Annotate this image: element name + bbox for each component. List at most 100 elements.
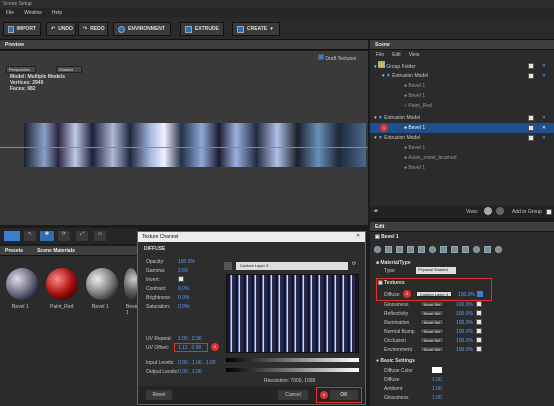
- environment-button[interactable]: ENVIRONMENT: [113, 22, 171, 36]
- refresh-icon[interactable]: ⟳: [352, 261, 356, 267]
- draft-checkbox[interactable]: [318, 54, 324, 60]
- visibility-checkbox[interactable]: [528, 73, 534, 79]
- scale-tool-icon[interactable]: ⤢: [76, 231, 88, 241]
- texture-checkbox[interactable]: [476, 319, 482, 325]
- preset-icon[interactable]: [429, 246, 436, 253]
- delete-icon[interactable]: ✕: [542, 113, 546, 123]
- texture-slot[interactable]: None Set: [420, 310, 444, 316]
- camera-tool-icon[interactable]: [4, 231, 20, 241]
- material-type-select[interactable]: Physical Shaded: [416, 267, 456, 274]
- menu-file[interactable]: File: [6, 8, 14, 18]
- delete-icon[interactable]: ✕: [542, 133, 546, 143]
- tree-row[interactable]: ▾ Group Folder ✕: [370, 61, 554, 71]
- texture-checkbox[interactable]: [476, 301, 482, 307]
- draft-textures-toggle[interactable]: Draft Textures: [318, 54, 356, 62]
- material-swatch[interactable]: [124, 268, 138, 300]
- texture-checkbox[interactable]: [476, 346, 482, 352]
- model-stats: Model: Multiple Models Vertices: 2940 Fa…: [10, 74, 65, 92]
- preset-icon[interactable]: [473, 246, 480, 253]
- input-levels-gradient[interactable]: [226, 358, 359, 362]
- preset-icon[interactable]: [407, 246, 414, 253]
- preset-icon[interactable]: [418, 246, 425, 253]
- tab-scene-materials[interactable]: Scene Materials: [37, 246, 75, 255]
- extruded-texture-model[interactable]: [24, 123, 366, 167]
- materials-panel: Presets Scene Materials Bevel 1 Paint_Re…: [0, 246, 138, 406]
- frame-tool-icon[interactable]: ▭: [94, 231, 106, 241]
- tree-row[interactable]: ● Paint_Red: [370, 101, 554, 111]
- output-levels-gradient[interactable]: [226, 368, 359, 372]
- undo-button[interactable]: ↶ UNDO: [46, 22, 76, 36]
- callout-badge: 3: [211, 343, 219, 351]
- preset-icon[interactable]: [396, 246, 403, 253]
- material-icon: ●: [404, 83, 408, 89]
- move-tool-icon[interactable]: ✥: [40, 231, 54, 241]
- tree-row[interactable]: ● Bevel 1: [370, 143, 554, 153]
- visibility-checkbox[interactable]: [528, 115, 534, 121]
- close-icon[interactable]: ✕: [356, 233, 360, 239]
- preset-icon[interactable]: [440, 246, 447, 253]
- reset-button[interactable]: Reset: [146, 390, 172, 400]
- tab-presets[interactable]: Presets: [5, 246, 23, 255]
- tree-row[interactable]: ▾ ▼ Extrusion Model ✕: [370, 71, 554, 81]
- texture-enabled-checkbox[interactable]: [477, 291, 483, 297]
- delete-icon[interactable]: ✕: [542, 123, 546, 133]
- tree-row[interactable]: ● Bevel 1: [370, 163, 554, 173]
- texture-slot[interactable]: None Set: [420, 337, 444, 343]
- preset-sphere-icon[interactable]: [374, 246, 381, 253]
- texture-slot[interactable]: None Set: [420, 346, 444, 352]
- preset-icon[interactable]: [451, 246, 458, 253]
- pointer-tool-icon[interactable]: ↖: [24, 231, 36, 241]
- visibility-checkbox[interactable]: [528, 63, 534, 69]
- shading-dropdown[interactable]: Shaded: [56, 66, 82, 73]
- delete-icon[interactable]: ✕: [542, 71, 546, 81]
- visibility-checkbox[interactable]: [528, 135, 534, 141]
- tree-row[interactable]: ● Asian_metal_brushed: [370, 153, 554, 163]
- window-title: Scene Setup: [0, 0, 554, 8]
- import-button[interactable]: IMPORT: [3, 22, 41, 36]
- ok-button[interactable]: OK: [330, 390, 358, 400]
- texture-slot[interactable]: None Set: [420, 319, 444, 325]
- material-swatch[interactable]: [46, 268, 78, 300]
- delete-icon[interactable]: ✕: [542, 61, 546, 71]
- redo-button[interactable]: ↷ REDO: [78, 22, 108, 36]
- material-icon: ●: [404, 165, 408, 171]
- settings-icon[interactable]: [496, 207, 504, 215]
- texture-checkbox[interactable]: [476, 328, 482, 334]
- view-sphere-icon[interactable]: [484, 207, 492, 215]
- texture-slot[interactable]: Custom Layer 3: [416, 291, 452, 297]
- tree-row-selected[interactable]: ● Bevel 1 ✕: [370, 123, 554, 133]
- extrude-button[interactable]: EXTRUDE: [180, 22, 224, 36]
- create-button[interactable]: CREATE ▾: [232, 22, 280, 36]
- scene-menu-view[interactable]: View: [409, 52, 420, 58]
- preset-icon[interactable]: [484, 246, 491, 253]
- diffuse-color-swatch[interactable]: [432, 367, 442, 373]
- texture-checkbox[interactable]: [476, 337, 482, 343]
- menu-help[interactable]: Help: [52, 8, 62, 18]
- visibility-checkbox[interactable]: [528, 125, 534, 131]
- menu-window[interactable]: Window: [24, 8, 42, 18]
- scene-menu-file[interactable]: File: [376, 52, 384, 58]
- cancel-button[interactable]: Cancel: [278, 390, 308, 400]
- preset-icon[interactable]: [385, 246, 392, 253]
- preset-icon[interactable]: [495, 246, 502, 253]
- texture-slot[interactable]: None Set: [420, 301, 444, 307]
- scene-menu-edit[interactable]: Edit: [392, 52, 401, 58]
- rotate-tool-icon[interactable]: ⟳: [58, 231, 70, 241]
- ground-line: [0, 147, 368, 148]
- invert-checkbox[interactable]: [178, 276, 184, 282]
- texture-checkbox[interactable]: [476, 310, 482, 316]
- material-swatch[interactable]: [86, 268, 118, 300]
- tree-row[interactable]: ● Bevel 1: [370, 81, 554, 91]
- preset-icon[interactable]: [462, 246, 469, 253]
- material-swatch[interactable]: [6, 268, 38, 300]
- add-to-group-checkbox[interactable]: [546, 209, 552, 215]
- folder-add-icon[interactable]: ▰: [374, 208, 378, 214]
- tree-row[interactable]: ▾ ▼ Extrusion Model ✕: [370, 133, 554, 143]
- layer-select[interactable]: Custom Layer 3: [236, 262, 348, 270]
- tree-row[interactable]: ▾ ▼ Extrusion Model ✕: [370, 113, 554, 123]
- texture-slot[interactable]: None Set: [420, 328, 444, 334]
- tree-row[interactable]: ● Bevel 1: [370, 91, 554, 101]
- model-icon: ▼: [385, 73, 391, 79]
- view-mode-dropdown[interactable]: Perspective: [6, 66, 36, 73]
- add-to-group-button[interactable]: Add to Group: [512, 209, 542, 215]
